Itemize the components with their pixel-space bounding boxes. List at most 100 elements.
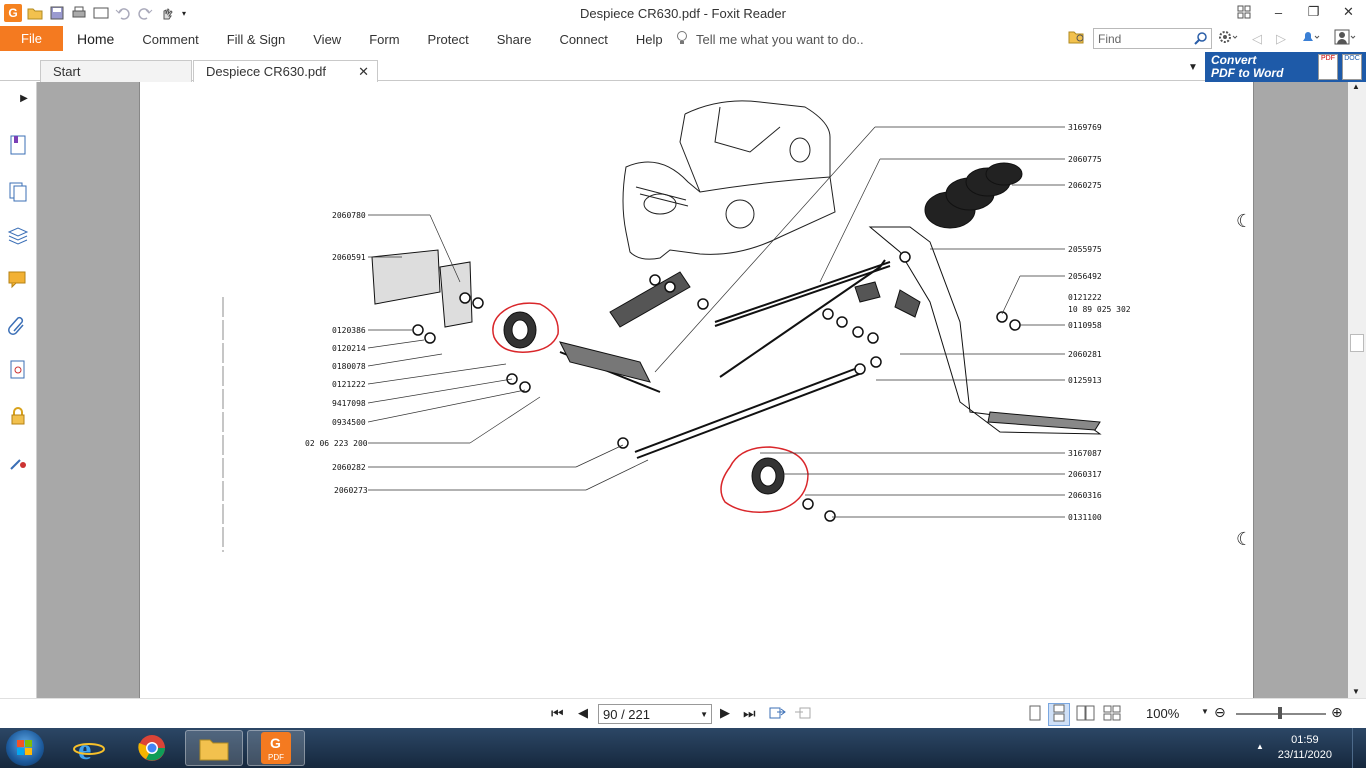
notification-bell-icon[interactable] — [1300, 29, 1320, 48]
facing-view-icon[interactable] — [1076, 705, 1096, 724]
part-label: 2060281 — [1068, 350, 1102, 359]
tray-expand-icon[interactable]: ▲ — [1256, 742, 1264, 751]
close-tab-icon[interactable]: ✕ — [358, 64, 369, 80]
content-tools-icon[interactable] — [6, 450, 30, 474]
nav-back-icon[interactable]: ◁ — [1252, 31, 1262, 47]
start-button[interactable] — [6, 730, 44, 766]
settings-gear-icon[interactable] — [1218, 29, 1238, 48]
tab-connect[interactable]: Connect — [545, 26, 621, 52]
file-explorer-taskbar-icon[interactable] — [185, 730, 243, 766]
vertical-scrollbar[interactable]: ▲ ▼ — [1348, 82, 1366, 698]
part-label: 0121222 — [332, 380, 366, 389]
part-label: 0934500 — [332, 418, 366, 427]
user-account-icon[interactable] — [1334, 29, 1356, 48]
pages-panel-icon[interactable] — [6, 180, 30, 204]
security-lock-icon[interactable] — [6, 404, 30, 428]
ribbon-tabs: File Home Comment Fill & Sign View Form … — [0, 26, 1366, 52]
attachments-panel-icon[interactable] — [6, 314, 30, 338]
rubber-boot — [924, 162, 1023, 229]
windows-taskbar: e G PDF ▲ 01:59 23/11/2020 — [0, 728, 1366, 768]
part-label: 0110958 — [1068, 321, 1102, 330]
comments-panel-icon[interactable] — [6, 268, 30, 292]
tab-list-dropdown-icon[interactable]: ▼ — [1188, 62, 1198, 73]
internet-explorer-taskbar-icon[interactable]: e — [60, 730, 118, 766]
tab-home[interactable]: Home — [63, 26, 128, 52]
part-label: 0125913 — [1068, 376, 1102, 385]
convert-pdf-to-word-banner[interactable]: Convert PDF to Word PDF DOC — [1205, 52, 1366, 82]
zoom-level[interactable]: 100% — [1146, 706, 1179, 721]
first-page-icon[interactable]: ⏮ — [551, 705, 564, 722]
file-menu-button[interactable]: File — [0, 26, 63, 51]
next-page-icon[interactable]: ▶ — [720, 705, 730, 721]
ribbon-toggle-icon[interactable] — [1226, 0, 1261, 24]
page-number-input[interactable]: 90 / 221 ▼ — [598, 704, 712, 724]
tab-view[interactable]: View — [299, 26, 355, 52]
tell-me-search[interactable]: Tell me what you want to do.. — [676, 26, 864, 52]
title-bar: G ▾ Despiece CR630.pdf - Foxit Reader – … — [0, 0, 1366, 26]
zoom-slider-knob[interactable] — [1278, 707, 1282, 719]
lightbulb-icon — [676, 30, 688, 49]
convert-line1: Convert — [1211, 53, 1257, 67]
tab-fill-sign[interactable]: Fill & Sign — [213, 26, 300, 52]
part-label: 2060282 — [332, 463, 366, 472]
next-view-icon[interactable] — [794, 704, 812, 725]
system-clock[interactable]: 01:59 23/11/2020 — [1278, 733, 1332, 763]
single-page-view-icon[interactable] — [1028, 705, 1042, 724]
tab-share[interactable]: Share — [483, 26, 546, 52]
margin-mark: ☾ — [1236, 529, 1252, 550]
part-labels-right: 3169769 2060775 2060275 2055975 2056492 … — [1068, 123, 1131, 522]
tab-form[interactable]: Form — [355, 26, 413, 52]
search-icon[interactable] — [1194, 31, 1208, 48]
tab-help[interactable]: Help — [622, 26, 677, 52]
part-label: 3167087 — [1068, 449, 1102, 458]
part-label: 2055975 — [1068, 245, 1102, 254]
part-label: 2060591 — [332, 253, 366, 262]
restore-button[interactable]: ❐ — [1296, 0, 1331, 24]
zoom-dropdown-icon[interactable]: ▼ — [1201, 707, 1209, 716]
part-label: 0120386 — [332, 326, 366, 335]
page-dropdown-icon[interactable]: ▼ — [700, 710, 708, 719]
document-tab-bar: Start Despiece CR630.pdf ✕ ▼ — [0, 52, 1366, 82]
find-folder-icon[interactable] — [1068, 29, 1086, 48]
part-label: 3169769 — [1068, 123, 1102, 132]
page-number-value: 90 / 221 — [603, 706, 650, 722]
previous-page-icon[interactable]: ◀ — [578, 705, 588, 721]
foxit-reader-taskbar-icon[interactable]: G PDF — [247, 730, 305, 766]
part-label: 2056492 — [1068, 272, 1102, 281]
part-label: 0180078 — [332, 362, 366, 371]
minimize-button[interactable]: – — [1261, 0, 1296, 24]
zoom-out-icon[interactable]: ⊖ — [1214, 704, 1226, 721]
scroll-up-icon[interactable]: ▲ — [1352, 82, 1360, 91]
window-title: Despiece CR630.pdf - Foxit Reader — [580, 6, 786, 21]
signatures-panel-icon[interactable] — [6, 358, 30, 382]
tab-protect[interactable]: Protect — [414, 26, 483, 52]
tab-start[interactable]: Start — [40, 60, 192, 82]
last-page-icon[interactable]: ⏭ — [743, 705, 756, 722]
tab-comment[interactable]: Comment — [128, 26, 212, 52]
part-label: 2060317 — [1068, 470, 1102, 479]
close-window-button[interactable]: ✕ — [1331, 0, 1366, 24]
tab-start-label: Start — [53, 64, 81, 79]
continuous-facing-view-icon[interactable] — [1103, 705, 1123, 724]
continuous-view-icon[interactable] — [1048, 703, 1070, 726]
expand-panel-icon[interactable]: ▶ — [18, 86, 30, 110]
part-label: 2060775 — [1068, 155, 1102, 164]
scroll-down-icon[interactable]: ▼ — [1352, 687, 1360, 696]
layers-panel-icon[interactable] — [6, 224, 30, 248]
margin-mark: ☾ — [1236, 211, 1252, 232]
nav-forward-icon[interactable]: ▷ — [1276, 31, 1286, 47]
exploded-parts-diagram: 2060780 2060591 0120386 0120214 0180078 … — [222, 100, 1252, 552]
find-placeholder: Find — [1098, 31, 1122, 46]
part-label: 0131100 — [1068, 513, 1102, 522]
scrollbar-thumb[interactable] — [1350, 334, 1364, 352]
find-input[interactable]: Find — [1093, 28, 1212, 49]
show-desktop-button[interactable] — [1352, 728, 1366, 768]
zoom-in-icon[interactable]: ⊕ — [1331, 704, 1343, 721]
tab-document[interactable]: Despiece CR630.pdf ✕ — [193, 60, 378, 82]
pdf-page: 2060780 2060591 0120386 0120214 0180078 … — [139, 82, 1254, 698]
part-label: 0120214 — [332, 344, 366, 353]
chrome-taskbar-icon[interactable] — [123, 730, 181, 766]
pdf-to-doc-icon: PDF DOC — [1318, 54, 1362, 80]
previous-view-icon[interactable] — [768, 704, 786, 725]
bookmarks-panel-icon[interactable] — [6, 133, 30, 157]
